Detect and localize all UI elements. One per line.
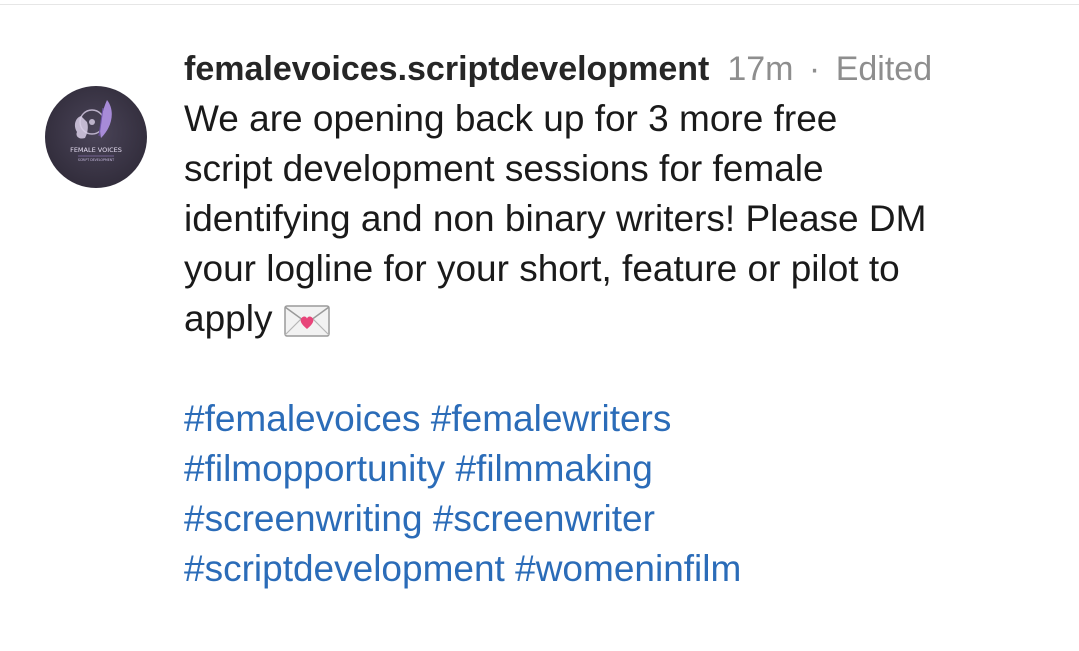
hashtag-link[interactable]: #filmmaking (455, 448, 652, 489)
svg-text:FEMALE VOICES: FEMALE VOICES (70, 146, 122, 154)
username-link[interactable]: femalevoices.scriptdevelopment (184, 50, 709, 88)
caption-text: We are opening back up for 3 more free s… (184, 94, 1054, 344)
comment-header: femalevoices.scriptdevelopment 17m · Edit… (184, 48, 1064, 90)
avatar[interactable]: FEMALE VOICES SCRIPT DEVELOPMENT (45, 86, 147, 188)
caption-line: your logline for your short, feature or … (184, 248, 900, 289)
svg-text:SCRIPT DEVELOPMENT: SCRIPT DEVELOPMENT (78, 158, 114, 162)
comment-content: femalevoices.scriptdevelopment 17m · Edit… (184, 48, 1064, 594)
hashtag-line: #filmopportunity #filmmaking (184, 444, 1054, 494)
caption-line: apply (184, 298, 273, 339)
hashtag-line: #femalevoices #femalewriters (184, 394, 1054, 444)
caption-line: identifying and non binary writers! Plea… (184, 198, 927, 239)
timestamp: 17m (727, 50, 794, 88)
hashtag-link[interactable]: #filmopportunity (184, 448, 445, 489)
hashtag-link[interactable]: #screenwriter (433, 498, 655, 539)
caption-line-last: apply (184, 294, 1054, 344)
edited-label[interactable]: Edited (836, 50, 932, 88)
hashtag-link[interactable]: #femalewriters (431, 398, 672, 439)
caption-line: We are opening back up for 3 more free (184, 98, 838, 139)
hashtag-line: #scriptdevelopment #womeninfilm (184, 544, 1054, 594)
hashtag-link[interactable]: #femalevoices (184, 398, 421, 439)
hashtag-link[interactable]: #screenwriting (184, 498, 423, 539)
hashtag-line: #screenwriting #screenwriter (184, 494, 1054, 544)
hashtags-block: #femalevoices #femalewriters #filmopport… (184, 394, 1054, 594)
hashtag-link[interactable]: #scriptdevelopment (184, 548, 505, 589)
meta-separator: · (808, 50, 821, 88)
caption-line: script development sessions for female (184, 148, 824, 189)
avatar-logo-icon: FEMALE VOICES SCRIPT DEVELOPMENT (70, 100, 122, 162)
hashtag-link[interactable]: #womeninfilm (515, 548, 741, 589)
comment-row: FEMALE VOICES SCRIPT DEVELOPMENT femalev… (0, 0, 1079, 651)
love-letter-icon (284, 300, 331, 337)
